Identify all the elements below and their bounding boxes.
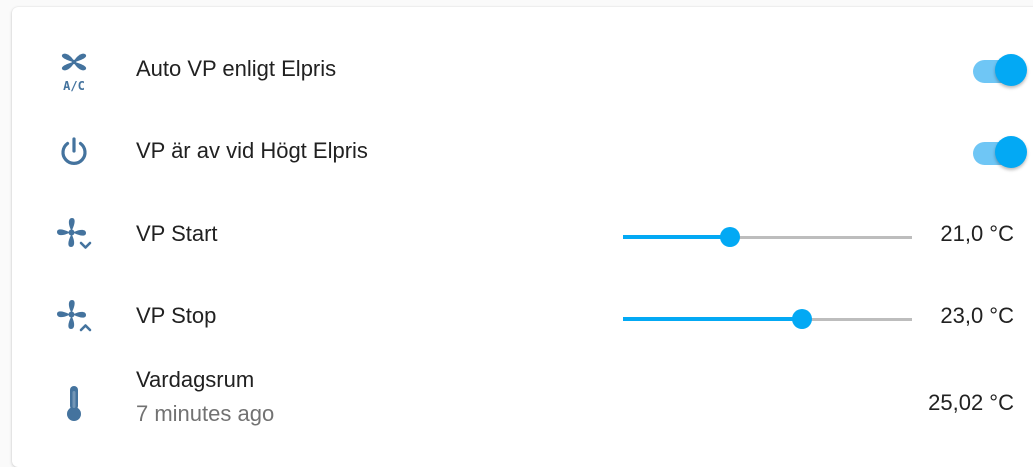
slider-knob[interactable] [719, 227, 740, 247]
entity-label: Auto VP enligt Elpris [136, 56, 337, 81]
entity-label: VP är av vid Högt Elpris [136, 138, 368, 163]
slider-fill [623, 235, 730, 239]
entity-value: 23,0 °C [940, 303, 1014, 328]
vp-off-high-price-toggle[interactable] [963, 130, 1033, 174]
slider-fill [623, 317, 803, 321]
entity-row-auto-vp[interactable]: A/C Auto VP enligt Elpris [12, 40, 1033, 100]
entity-row-vp-start[interactable]: VP Start 21,0 °C [12, 204, 1033, 264]
entity-label: VP Start [136, 221, 218, 246]
entities-card: A/C Auto VP enligt Elpris VP är av vid H… [12, 7, 1033, 467]
svg-text:A/C: A/C [63, 79, 85, 92]
vp-stop-slider[interactable] [623, 307, 912, 331]
entity-value: 21,0 °C [940, 221, 1014, 246]
slider-knob[interactable] [792, 309, 813, 329]
vp-start-slider[interactable] [623, 225, 912, 249]
air-conditioner-icon: A/C [52, 48, 96, 92]
entity-row-vardagsrum[interactable]: Vardagsrum 7 minutes ago 25,02 °C [12, 367, 1033, 437]
toggle-thumb[interactable] [995, 54, 1027, 86]
entity-row-vp-off-high-price[interactable]: VP är av vid Högt Elpris [12, 122, 1033, 182]
thermometer-icon [52, 381, 96, 425]
entity-value: 25,02 °C [928, 390, 1014, 415]
last-changed-text: 7 minutes ago [136, 401, 275, 426]
fan-chevron-down-icon [52, 212, 96, 256]
toggle-thumb[interactable] [995, 136, 1027, 168]
power-icon [52, 130, 96, 174]
auto-vp-toggle[interactable] [963, 48, 1033, 92]
fan-chevron-up-icon [52, 294, 96, 338]
entity-row-vp-stop[interactable]: VP Stop 23,0 °C [12, 286, 1033, 346]
entity-label: VP Stop [136, 303, 217, 328]
entity-label: Vardagsrum [136, 367, 255, 392]
